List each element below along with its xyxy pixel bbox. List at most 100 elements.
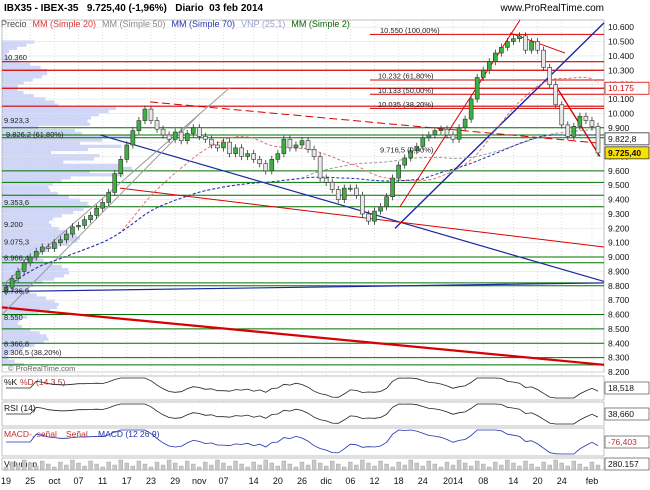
volume-bar [233,460,238,471]
stochastic-panel [1,375,605,401]
candle-body [172,131,178,140]
volume-profile-bar [2,46,17,50]
candle-body [462,118,468,129]
chart-window: IBX35 - IBEX-35 9.725,40 (-1,96%) Diario… [0,0,650,490]
candle-body [136,120,142,131]
level-label: 8.966,4 [4,253,29,262]
volume-profile-bar [2,296,47,300]
volume-bar [330,460,335,471]
volume-bar [378,460,383,471]
candle-body [178,131,184,141]
volume-profile-bar [2,138,103,142]
rsi-label: RSI (14) [4,403,36,413]
volume-profile-bar [2,40,35,44]
volume-bar [541,461,546,471]
candle-body [444,128,450,136]
stochastic-value: 18,518 [608,383,634,393]
volume-profile-bar [2,81,24,85]
trend-line-blue-down [99,134,605,283]
candle-body [39,246,45,252]
candle-body [354,187,359,196]
trend-line-red-thick [1,306,605,366]
candle-body [317,156,323,179]
candle-body [88,215,93,221]
candle-body [275,153,281,160]
axis-marker-label: 9.822,8 [608,134,637,144]
volume-profile-bar [2,90,24,95]
x-tick-label: nov [192,476,207,486]
candle-body [76,225,81,228]
x-tick-label: 2014 [443,476,463,486]
level-label: 8.550 [4,313,23,322]
candle-body [197,127,202,137]
candle-body [100,202,105,209]
volume-bar [106,461,111,471]
volume-bar [493,461,498,471]
volume-bar [529,463,534,471]
candle-body [432,130,438,136]
candle-body [118,159,124,175]
volume-value: 280.157 [608,459,639,469]
y-tick-label: 8.200 [608,367,630,377]
volume-bar [172,462,178,471]
volume-profile-bar [2,334,47,338]
y-tick-label: 8.800 [608,281,630,291]
volume-bar [396,461,401,471]
axis-marker-label: 10.175 [608,83,634,93]
candle-body [269,159,275,172]
level-label: 8.366,8 [4,340,29,349]
level-label: 9.075,3 [4,238,29,247]
volume-profile-bar [2,147,88,152]
candle-body [154,120,160,130]
price-chart[interactable]: 10.360 9.923,3 9.353,6 9.200 9.075,3 8.966,4 8… [0,0,650,490]
volume-bar [505,459,510,471]
volume-bar [523,460,528,471]
candle-body [505,41,510,48]
y-tick-label: 10.000 [608,108,634,118]
candle-body [426,134,432,139]
candle-body [305,140,311,150]
volume-bar [227,465,232,471]
candle-body [517,35,522,39]
candle-body [384,196,389,208]
candle-body [106,192,111,203]
volume-bar [3,466,9,471]
x-tick-label: 12 [369,476,379,486]
x-tick-label: 17 [122,476,132,486]
volume-bar [456,459,462,471]
volume-bar [571,460,576,471]
y-tick-label: 9.100 [608,238,630,248]
candle-body [184,133,190,141]
volume-profile-bar [2,207,84,212]
stochastic-label: %K [4,377,18,387]
volume-bar [88,460,93,471]
candle-body [94,207,99,216]
candle-body [257,159,263,164]
candle-body [565,124,571,137]
volume-profile-bar [2,109,109,114]
candle-body [480,69,486,78]
x-tick-label: oct [48,476,61,486]
y-tick-label: 10.600 [608,22,634,32]
x-tick-label: 23 [146,476,156,486]
level-label: 9.353,6 [4,198,29,207]
volume-bar [408,459,413,471]
level-label: 10.360 [4,53,27,62]
y-tick-label: 9.000 [608,252,630,262]
volume-bar [481,463,486,471]
volume-profile-bar [2,106,117,110]
candle-body [341,187,347,200]
volume-profile-bar [2,163,120,167]
candle-body [166,134,172,140]
candle-body [160,128,166,136]
volume-profile-bar [2,157,94,161]
candle-body [541,49,546,68]
fibonacci-label: 10.035 (38,20%) [378,100,434,109]
volume-bar [15,464,21,471]
plot-frame [1,19,605,373]
candle-body [251,153,256,160]
candle-body [281,138,287,154]
volume-bar [179,465,184,471]
candle-body [203,136,208,140]
volume-profile-bar [2,176,71,180]
